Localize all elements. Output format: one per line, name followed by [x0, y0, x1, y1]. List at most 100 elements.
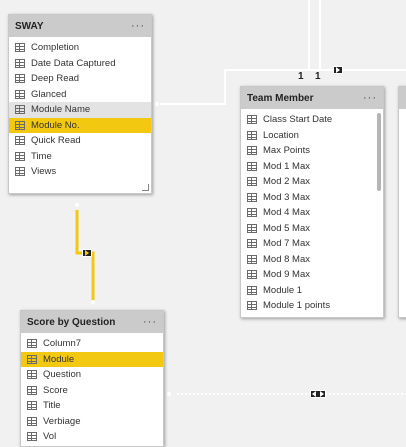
column-icon [27, 416, 37, 426]
field-label: Mod 9 Max [263, 269, 310, 281]
field-label: Vol [43, 431, 57, 443]
bidirectional-filter-icon[interactable] [310, 390, 326, 398]
more-options-button[interactable]: ··· [143, 317, 157, 328]
field-item[interactable]: Completion [9, 40, 151, 56]
field-item[interactable]: Mod 3 Max [241, 190, 383, 206]
field-label: Mod 8 Max [263, 253, 310, 265]
field-item[interactable]: Score [21, 383, 163, 399]
field-label: Question [43, 369, 82, 381]
table-header[interactable]: Team Member ··· [241, 87, 383, 109]
field-item[interactable]: Title [21, 398, 163, 414]
field-label: Class Start Date [263, 114, 333, 126]
column-icon [15, 136, 25, 146]
field-list: Completion Date Data Captured Deep Read Gla… [9, 37, 151, 180]
model-canvas[interactable]: 1 1 SWAY ··· Completion Date Data Capture… [0, 0, 406, 447]
table-header[interactable]: Score by Question ··· [21, 311, 163, 333]
field-list: Column7 Module Question Score Title Verbiage V… [21, 333, 163, 445]
field-item[interactable]: Module 1 points [241, 298, 383, 314]
field-label: Quick Read [31, 135, 81, 147]
field-list: Class Start Date Location Max Points Mod 1 … [241, 109, 383, 314]
more-options-button[interactable]: ··· [131, 21, 145, 32]
column-icon [247, 254, 257, 264]
field-label: Column7 [43, 338, 82, 350]
field-item[interactable]: Mod 2 Max [241, 174, 383, 190]
field-label: Mod 7 Max [263, 238, 310, 250]
column-icon [247, 177, 257, 187]
field-label: Date Data Captured [31, 57, 116, 69]
field-item[interactable]: Mod 5 Max [241, 221, 383, 237]
field-item[interactable]: Class Start Date [241, 112, 383, 128]
column-icon [27, 401, 37, 411]
column-icon [27, 370, 37, 380]
table-card-team-member[interactable]: Team Member ··· Class Start Date Location… [240, 86, 384, 318]
field-item[interactable]: Vol [21, 429, 163, 445]
column-icon [247, 285, 257, 295]
field-label: Mod 5 Max [263, 222, 310, 234]
column-icon [15, 58, 25, 68]
scrollbar[interactable] [377, 113, 381, 191]
field-label: Module 1 [263, 284, 303, 296]
field-label: Time [31, 150, 52, 162]
relationship-endpoint [155, 102, 159, 106]
field-item[interactable]: Mod 7 Max [241, 236, 383, 252]
field-label: Mod 1 Max [263, 160, 310, 172]
field-label: Verbiage [43, 415, 81, 427]
field-item[interactable]: Mod 8 Max [241, 252, 383, 268]
column-icon [247, 239, 257, 249]
column-icon [15, 105, 25, 115]
field-item[interactable]: Mod 9 Max [241, 267, 383, 283]
field-label: Max Points [263, 145, 310, 157]
field-item[interactable]: Time [9, 149, 151, 165]
field-item[interactable]: Glanced [9, 87, 151, 103]
relationship-endpoint [167, 392, 171, 396]
column-icon [27, 339, 37, 349]
field-item[interactable]: Mod 4 Max [241, 205, 383, 221]
table-card-score-by-question[interactable]: Score by Question ··· Column7 Module Quest… [20, 310, 164, 447]
field-item[interactable]: Module Name [9, 102, 151, 118]
field-item[interactable]: Module [21, 351, 163, 367]
field-item[interactable]: Deep Read [9, 71, 151, 87]
more-options-button[interactable]: ··· [363, 93, 377, 104]
field-item[interactable]: Max Points [241, 143, 383, 159]
cross-filter-icon[interactable] [82, 249, 92, 257]
cross-filter-icon[interactable] [333, 66, 343, 74]
field-item[interactable]: Module No. [9, 117, 151, 133]
table-header[interactable]: SWAY ··· [9, 15, 151, 37]
field-item[interactable]: Question [21, 367, 163, 383]
column-icon [247, 208, 257, 218]
column-icon [27, 432, 37, 442]
field-label: Location [263, 129, 299, 141]
field-item[interactable]: Verbiage [21, 414, 163, 430]
column-icon [247, 223, 257, 233]
field-item[interactable]: Column7 [21, 336, 163, 352]
column-icon [27, 385, 37, 395]
field-item[interactable]: Mod 1 Max [241, 159, 383, 175]
field-label: Module [43, 353, 75, 365]
column-icon [247, 161, 257, 171]
column-icon [247, 192, 257, 202]
column-icon [27, 354, 37, 364]
relationship-endpoint [91, 300, 95, 304]
field-label: Mod 2 Max [263, 176, 310, 188]
column-icon [15, 89, 25, 99]
table-card-partial[interactable] [398, 86, 406, 318]
field-item[interactable]: Date Data Captured [9, 56, 151, 72]
field-label: Completion [31, 42, 80, 54]
field-label: Glanced [31, 88, 67, 100]
column-icon [247, 146, 257, 156]
resize-handle[interactable] [142, 184, 149, 191]
field-item[interactable]: Views [9, 164, 151, 180]
column-icon [15, 167, 25, 177]
field-item[interactable]: Quick Read [9, 133, 151, 149]
field-label: Deep Read [31, 73, 80, 85]
table-header[interactable] [399, 87, 406, 109]
relationship-endpoint [75, 203, 79, 207]
field-label: Mod 3 Max [263, 191, 310, 203]
table-title: Team Member [247, 92, 314, 104]
table-title: Score by Question [27, 316, 116, 328]
field-label: Views [31, 166, 57, 178]
field-item[interactable]: Module 1 [241, 283, 383, 299]
table-card-sway[interactable]: SWAY ··· Completion Date Data Captured Dee… [8, 14, 152, 194]
field-label: Mod 4 Max [263, 207, 310, 219]
field-item[interactable]: Location [241, 128, 383, 144]
